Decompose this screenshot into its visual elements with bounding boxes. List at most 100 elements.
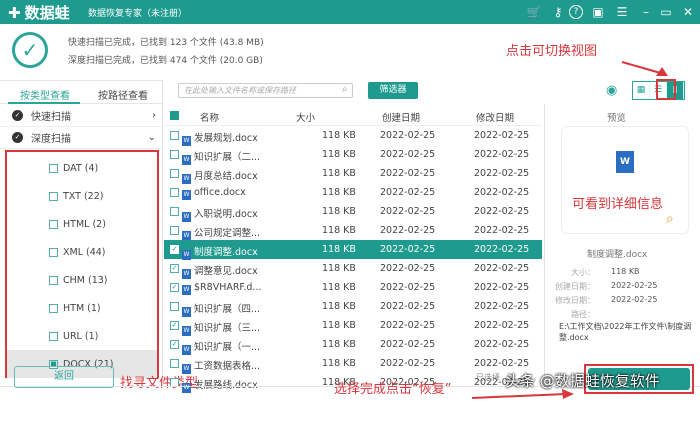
- app-logo: ✚ 数据蛙: [8, 2, 70, 23]
- col-created[interactable]: 创建日期: [382, 110, 420, 124]
- checkbox[interactable]: [49, 303, 58, 313]
- word-file-icon: W: [182, 285, 191, 295]
- type-filter-item[interactable]: TXT (22): [7, 182, 157, 210]
- type-filter-item[interactable]: HTML (2): [7, 210, 157, 238]
- table-row[interactable]: ✓ W 调整意见.docx 118 KB 2022-02-25 2022-02-2…: [164, 259, 542, 279]
- row-checkbox[interactable]: [170, 150, 179, 159]
- table-row[interactable]: ✓ W $R8VHARF.d... 118 KB 2022-02-25 2022-…: [164, 278, 542, 297]
- preview-title: 预览: [607, 113, 627, 124]
- row-checkbox[interactable]: ✓: [170, 245, 179, 254]
- type-filter-item[interactable]: CHM (13): [7, 266, 157, 294]
- eye-icon[interactable]: ◉: [606, 83, 617, 98]
- minimize-icon[interactable]: –: [638, 4, 654, 20]
- select-all-checkbox[interactable]: [170, 111, 179, 120]
- annotation-view-switch: 点击可切换视图: [506, 44, 598, 59]
- row-checkbox[interactable]: ✓: [170, 264, 179, 273]
- file-name: 月度总结.docx: [194, 171, 258, 182]
- checkbox[interactable]: [49, 219, 58, 229]
- checkbox[interactable]: [49, 247, 58, 257]
- file-name: 工资数据表格...: [194, 361, 261, 372]
- file-created: 2022-02-25: [380, 168, 436, 179]
- type-label: DAT (4): [63, 162, 99, 174]
- key-icon[interactable]: ⚷: [550, 4, 566, 20]
- sidebar-item-quick-scan[interactable]: ✓ 快速扫描 ›: [0, 105, 162, 127]
- table-row[interactable]: W 发展规划.docx 118 KB 2022-02-25 2022-02-25: [164, 126, 542, 146]
- type-label: XML (44): [63, 246, 106, 258]
- checkbox[interactable]: [49, 331, 58, 341]
- file-name: 制度调整.docx: [194, 247, 258, 258]
- checkbox[interactable]: [49, 275, 58, 285]
- type-filter-item[interactable]: URL (1): [7, 322, 157, 350]
- row-checkbox[interactable]: [170, 188, 179, 197]
- title-bar: ✚ 数据蛙 数据恢复专家（未注册） 🛒 ⚷ ? ▣ ☰ – ▭ ✕: [0, 0, 700, 24]
- chevron-down-icon: ⌄: [147, 132, 156, 143]
- row-checkbox[interactable]: [170, 226, 179, 235]
- file-name-cell: Woffice.docx: [182, 187, 246, 200]
- check-icon: ✓: [12, 110, 23, 121]
- file-name-cell: W 工资数据表格...: [182, 358, 260, 374]
- type-label: TXT (22): [63, 190, 104, 202]
- row-checkbox[interactable]: [170, 169, 179, 178]
- file-size: 118 KB: [322, 282, 356, 293]
- word-file-icon: W: [182, 190, 191, 200]
- type-filter-item[interactable]: XML (44): [7, 238, 157, 266]
- menu-icon[interactable]: ☰: [614, 4, 630, 20]
- col-modified[interactable]: 修改日期: [476, 110, 514, 124]
- table-row[interactable]: W 月度总结.docx 118 KB 2022-02-25 2022-02-25: [164, 164, 542, 184]
- checkbox[interactable]: [49, 191, 58, 201]
- row-checkbox[interactable]: [170, 131, 179, 140]
- file-modified: 2022-02-25: [474, 282, 530, 293]
- row-checkbox[interactable]: [170, 302, 179, 311]
- created-value: 2022-02-25: [611, 281, 658, 290]
- preview-filename: 制度调整.docx: [587, 250, 648, 260]
- table-row[interactable]: W 入职说明.docx 118 KB 2022-02-25 2022-02-25: [164, 202, 542, 222]
- row-checkbox[interactable]: ✓: [170, 283, 179, 292]
- file-size: 118 KB: [322, 244, 356, 255]
- search-icon[interactable]: ⌕: [342, 84, 348, 95]
- sidebar-item-deep-scan[interactable]: ✓ 深度扫描 ⌄: [0, 127, 162, 149]
- type-filter-item[interactable]: DAT (4): [7, 154, 157, 182]
- save-icon[interactable]: ▣: [590, 4, 606, 20]
- cart-icon[interactable]: 🛒: [526, 4, 542, 20]
- table-row[interactable]: W 工资数据表格... 118 KB 2022-02-25 2022-02-25: [164, 354, 542, 374]
- annotation-recover: 选择完成点击“恢复”: [334, 382, 452, 397]
- row-checkbox[interactable]: ✓: [170, 321, 179, 330]
- grid-view-icon[interactable]: ▦: [633, 82, 650, 99]
- deep-scan-status: 深度扫描已完成，已找到 474 个文件 (20.0 GB): [68, 56, 263, 66]
- maximize-icon[interactable]: ▭: [658, 4, 674, 20]
- type-filter-item[interactable]: HTM (1): [7, 294, 157, 322]
- row-checkbox[interactable]: ✓: [170, 340, 179, 349]
- checkbox[interactable]: [49, 163, 58, 173]
- annotation-detail-info: 可看到详细信息: [572, 197, 664, 212]
- close-icon[interactable]: ✕: [680, 4, 696, 20]
- size-value: 118 KB: [611, 267, 640, 276]
- file-modified: 2022-02-25: [474, 339, 530, 350]
- col-name[interactable]: 名称: [200, 110, 219, 124]
- table-row[interactable]: ✓ W 知识扩展（三... 118 KB 2022-02-25 2022-02-2…: [164, 316, 542, 336]
- table-row[interactable]: ✓ W 制度调整.docx 118 KB 2022-02-25 2022-02-2…: [164, 240, 542, 260]
- table-row[interactable]: Woffice.docx 118 KB 2022-02-25 2022-02-2…: [164, 183, 542, 202]
- back-button[interactable]: 返回: [14, 366, 114, 388]
- table-header: 名称 大小 创建日期 修改日期: [164, 106, 542, 126]
- path-value: E:\工作文档\2022年工作文件\制度调整.docx: [559, 322, 692, 342]
- table-row[interactable]: ✓ W 知识扩展（一... 118 KB 2022-02-25 2022-02-2…: [164, 335, 542, 355]
- row-checkbox[interactable]: [170, 207, 179, 216]
- filter-button[interactable]: 筛选器: [368, 82, 418, 99]
- row-checkbox[interactable]: [170, 359, 179, 368]
- file-size: 118 KB: [322, 168, 356, 179]
- col-size[interactable]: 大小: [296, 110, 315, 124]
- file-name-cell: W 调整意见.docx: [182, 263, 258, 279]
- tab-by-type[interactable]: 按类型查看: [20, 87, 70, 102]
- search-input[interactable]: 在此处输入文件名称或保存路径: [178, 83, 353, 98]
- table-row[interactable]: W 知识扩展（四... 118 KB 2022-02-25 2022-02-25: [164, 297, 542, 317]
- tab-by-path[interactable]: 按路径查看: [98, 87, 148, 102]
- table-row[interactable]: W 知识扩展（二... 118 KB 2022-02-25 2022-02-25: [164, 145, 542, 165]
- file-created: 2022-02-25: [380, 282, 436, 293]
- help-icon[interactable]: ?: [569, 5, 583, 19]
- table-row[interactable]: W 公司规定调整... 118 KB 2022-02-25 2022-02-25: [164, 221, 542, 241]
- file-created: 2022-02-25: [380, 149, 436, 160]
- file-size: 118 KB: [322, 187, 356, 198]
- zoom-icon[interactable]: ⌕: [666, 211, 674, 227]
- created-label: 创建日期：: [555, 282, 595, 291]
- file-name-cell: W 发展规划.docx: [182, 130, 258, 146]
